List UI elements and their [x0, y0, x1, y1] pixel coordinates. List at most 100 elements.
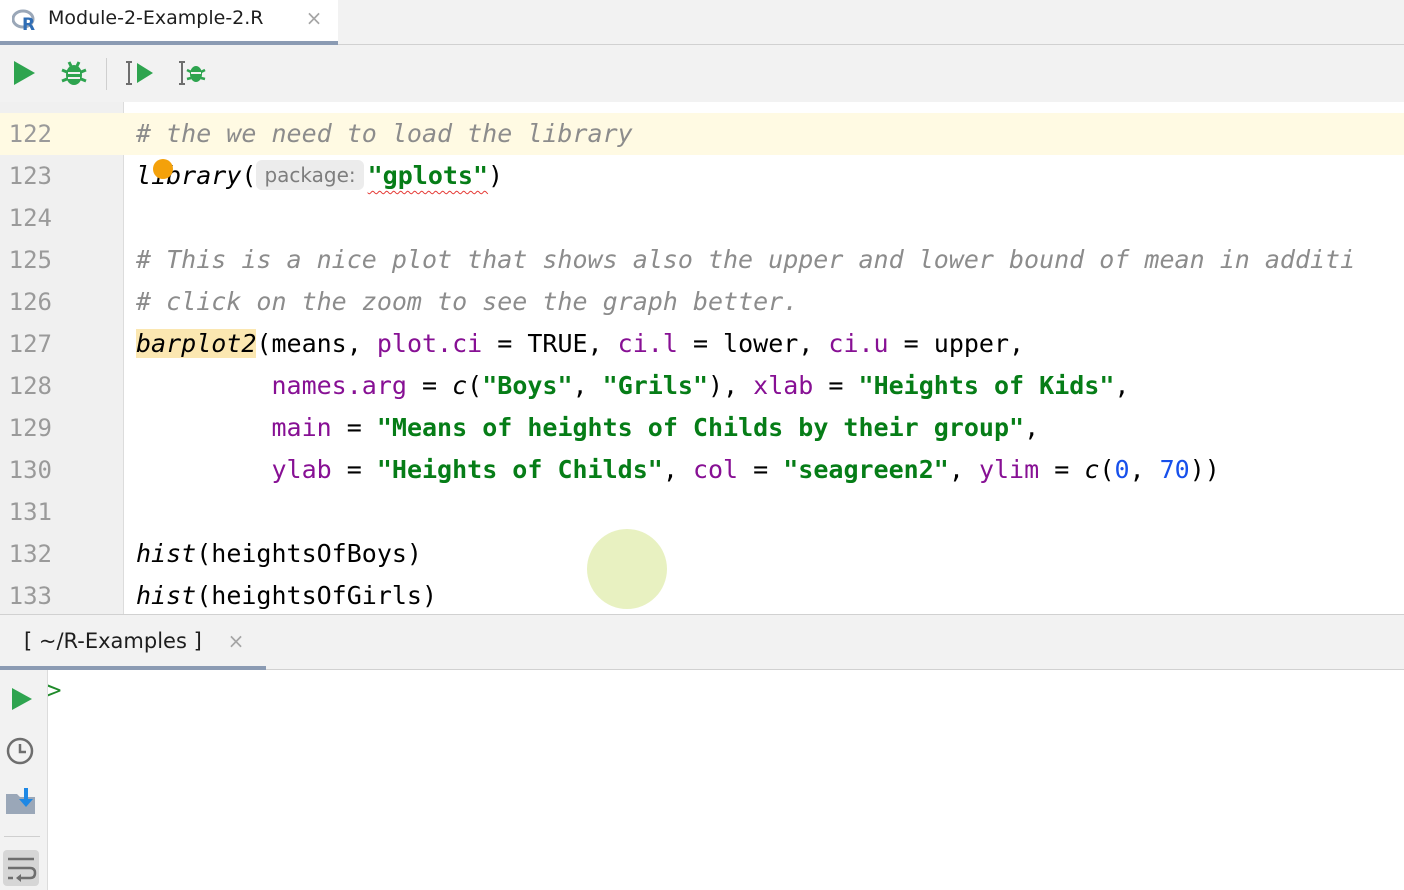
function-name: l	[136, 161, 152, 190]
code-line-126[interactable]: # click on the zoom to see the graph bet…	[136, 281, 798, 323]
comment: # click on the zoom to see the graph bet…	[136, 287, 799, 316]
code-text: =	[331, 455, 377, 484]
string-literal: "Boys"	[482, 371, 573, 400]
number-literal: 70	[1159, 455, 1190, 484]
string-literal: "Heights of Kids"	[858, 371, 1115, 400]
run-icon[interactable]	[9, 58, 39, 88]
argument-name: plot.ci	[376, 329, 483, 358]
code-text: (means,	[256, 329, 377, 358]
code-text: = TRUE,	[482, 329, 618, 358]
argument-name: ylab	[271, 455, 332, 484]
r-file-icon: R	[11, 8, 38, 35]
code-text: ,	[662, 455, 693, 484]
code-text: (	[467, 371, 483, 400]
code-text: =	[813, 371, 859, 400]
code-line-128[interactable]: names.arg = c("Boys", "Grils"), xlab = "…	[136, 365, 1129, 407]
comment: # the we need to load the library	[136, 119, 633, 148]
code-line-127[interactable]: barplot2(means, plot.ci = TRUE, ci.l = l…	[136, 323, 1024, 365]
comment: # This is a nice plot that shows also th…	[136, 245, 1356, 274]
argument-name: ci.u	[828, 329, 889, 358]
import-icon[interactable]	[5, 786, 37, 818]
code-line-133[interactable]: hist(heightsOfGirls)	[136, 575, 437, 614]
code-text: ,	[948, 455, 979, 484]
close-icon[interactable]: ×	[226, 629, 246, 653]
code-text: ,	[1024, 413, 1040, 442]
code-line-123[interactable]: library(package: "gplots")	[136, 155, 503, 197]
code-text: =	[738, 455, 784, 484]
argument-name: main	[271, 413, 332, 442]
editor-tab-title: Module-2-Example-2.R	[48, 7, 264, 29]
code-text: ),	[708, 371, 754, 400]
line-number: 122	[8, 120, 52, 148]
code-editor[interactable]: 122 123 124 125 126 127 128 129 130 131 …	[0, 102, 1404, 614]
code-line-125[interactable]: # This is a nice plot that shows also th…	[136, 239, 1355, 281]
debug-icon[interactable]	[59, 58, 89, 88]
code-text: = upper,	[888, 329, 1025, 358]
function-name: hist	[136, 581, 197, 610]
code-text: (	[1099, 455, 1115, 484]
code-text: (heightsOfBoys)	[196, 539, 422, 568]
line-number: 129	[8, 414, 52, 442]
code-text: ))	[1189, 455, 1220, 484]
code-text: =	[406, 371, 453, 400]
console-tab-title: [ ~/R-Examples ]	[24, 629, 202, 653]
function-name: c	[452, 371, 468, 400]
code-line-122[interactable]: # the we need to load the library	[136, 113, 633, 155]
toolbar-separator	[106, 58, 107, 90]
line-number: 128	[8, 372, 52, 400]
code-text: ,	[1129, 455, 1160, 484]
line-number: 133	[8, 582, 52, 610]
soft-wrap-icon[interactable]	[3, 850, 39, 886]
paren: (	[241, 161, 257, 190]
code-text: ,	[572, 371, 603, 400]
string-literal: "Heights of Childs"	[376, 455, 663, 484]
string-literal: "seagreen2"	[783, 455, 949, 484]
console-tab[interactable]: [ ~/R-Examples ] ×	[0, 615, 266, 670]
editor-tab[interactable]: R Module-2-Example-2.R ×	[0, 0, 338, 45]
warning-indicator-icon[interactable]	[153, 159, 173, 179]
string-literal: "gplots"	[367, 161, 489, 190]
run-selection-icon[interactable]	[124, 58, 154, 88]
line-number: 124	[8, 204, 52, 232]
line-number: 126	[8, 288, 52, 316]
argument-name: names.arg	[271, 371, 407, 400]
toolbar-separator	[4, 836, 40, 837]
code-text: =	[1039, 455, 1085, 484]
function-name-highlighted: barplot2	[136, 329, 257, 358]
editor-tab-bar: R Module-2-Example-2.R ×	[0, 0, 1404, 45]
close-icon[interactable]: ×	[304, 6, 324, 30]
line-number: 127	[8, 330, 52, 358]
code-text: = lower,	[677, 329, 829, 358]
code-line-130[interactable]: ylab = "Heights of Childs", col = "seagr…	[136, 449, 1220, 491]
argument-name: col	[692, 455, 739, 484]
line-number: 123	[8, 162, 52, 190]
run-icon[interactable]	[5, 683, 37, 715]
cursor-click-indicator	[587, 529, 667, 609]
code-text: =	[331, 413, 377, 442]
console-tab-bar: [ ~/R-Examples ] ×	[0, 614, 1404, 670]
parameter-hint: package:	[256, 160, 364, 190]
line-number: 130	[8, 456, 52, 484]
line-number: 131	[8, 498, 52, 526]
function-name: c	[1084, 455, 1100, 484]
paren: )	[488, 161, 504, 190]
function-name: hist	[136, 539, 197, 568]
string-literal: "Grils"	[602, 371, 708, 400]
editor-toolbar	[0, 45, 1404, 102]
argument-name: xlab	[753, 371, 814, 400]
console-prompt[interactable]: >	[47, 676, 61, 704]
debug-selection-icon[interactable]	[177, 58, 207, 88]
argument-name: ylim	[978, 455, 1040, 484]
svg-text:R: R	[22, 15, 35, 32]
code-text: (heightsOfGirls)	[196, 581, 438, 610]
code-text: ,	[1114, 371, 1130, 400]
line-number: 125	[8, 246, 52, 274]
history-icon[interactable]	[5, 735, 37, 767]
code-line-129[interactable]: main = "Means of heights of Childs by th…	[136, 407, 1039, 449]
string-literal: "Means of heights of Childs by their gro…	[376, 413, 1025, 442]
code-line-132[interactable]: hist(heightsOfBoys)	[136, 533, 422, 575]
argument-name: ci.l	[617, 329, 678, 358]
